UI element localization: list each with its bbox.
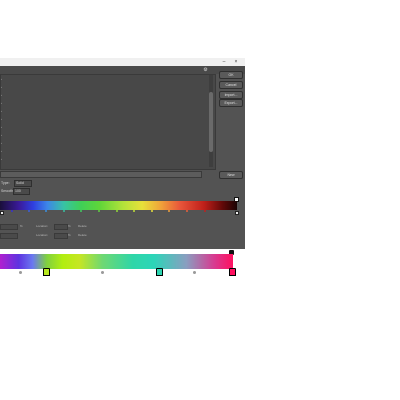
gradient-stop-handle-selected[interactable]: [229, 268, 236, 276]
color-stop[interactable]: [235, 211, 239, 215]
percent-label: %: [68, 233, 71, 237]
color-stop-marker[interactable]: [11, 209, 13, 212]
color-location-input[interactable]: [54, 233, 68, 239]
midpoint-handle[interactable]: [19, 271, 22, 274]
color-stop-marker[interactable]: [80, 209, 82, 212]
color-stop-marker[interactable]: [116, 209, 118, 212]
ok-button[interactable]: OK: [219, 71, 243, 79]
gradient-stop-handle[interactable]: [43, 268, 50, 276]
delete-opacity-stop-button[interactable]: Delete: [78, 224, 87, 228]
preset-row[interactable]: ›: [1, 149, 2, 153]
name-input[interactable]: [0, 171, 202, 178]
color-stop-marker[interactable]: [45, 209, 47, 212]
preset-row[interactable]: ›: [1, 109, 2, 113]
preset-row[interactable]: ›: [1, 93, 2, 97]
midpoint-handle[interactable]: [101, 271, 104, 274]
preset-row[interactable]: ›: [1, 141, 2, 145]
import-button[interactable]: Import...: [219, 91, 243, 99]
preset-row[interactable]: ›: [1, 77, 2, 81]
color-stop-marker[interactable]: [98, 209, 100, 212]
preset-row[interactable]: ›: [1, 133, 2, 137]
new-button[interactable]: New: [219, 171, 243, 179]
color-location-label: Location:: [36, 233, 49, 237]
gradient-type-select[interactable]: Solid: [14, 180, 32, 187]
preset-list[interactable]: › › › › › › › › › › ›: [0, 74, 216, 170]
gradient-type-label: Type:: [1, 181, 10, 185]
opacity-input[interactable]: [0, 224, 18, 230]
color-stop-marker[interactable]: [151, 209, 153, 212]
preset-row[interactable]: ›: [1, 101, 2, 105]
color-stop-marker[interactable]: [28, 209, 30, 212]
scrollbar-thumb[interactable]: [209, 92, 213, 152]
opacity-location-label: Location:: [36, 224, 49, 228]
gradient-stop-handle[interactable]: [156, 268, 163, 276]
midpoint-handle[interactable]: [193, 271, 196, 274]
delete-color-stop-button[interactable]: Delete: [78, 233, 87, 237]
stop-color-swatch[interactable]: [0, 233, 18, 239]
color-stop-marker[interactable]: [63, 209, 65, 212]
color-stop-marker[interactable]: [168, 209, 170, 212]
smoothness-input[interactable]: 100: [13, 188, 30, 195]
cancel-button[interactable]: Cancel: [219, 81, 243, 89]
preset-row[interactable]: ›: [1, 157, 2, 161]
preset-row[interactable]: ›: [1, 125, 2, 129]
color-stop-marker[interactable]: [133, 209, 135, 212]
minimize-icon[interactable]: –: [221, 59, 227, 65]
preset-row[interactable]: ›: [1, 117, 2, 121]
gear-icon[interactable]: ⚙: [202, 67, 209, 73]
color-stop[interactable]: [0, 211, 4, 215]
gradient-preview-bar[interactable]: [0, 201, 237, 210]
percent-label: %: [20, 224, 23, 228]
preset-row[interactable]: ›: [1, 85, 2, 89]
canvas-gradient: [0, 254, 233, 269]
percent-label: %: [68, 224, 71, 228]
color-stop-marker[interactable]: [204, 209, 206, 212]
color-stop-marker[interactable]: [186, 209, 188, 212]
export-button[interactable]: Export...: [219, 99, 243, 107]
opacity-location-input[interactable]: [54, 224, 68, 230]
title-bar: [0, 58, 245, 66]
close-icon[interactable]: ×: [233, 59, 239, 65]
